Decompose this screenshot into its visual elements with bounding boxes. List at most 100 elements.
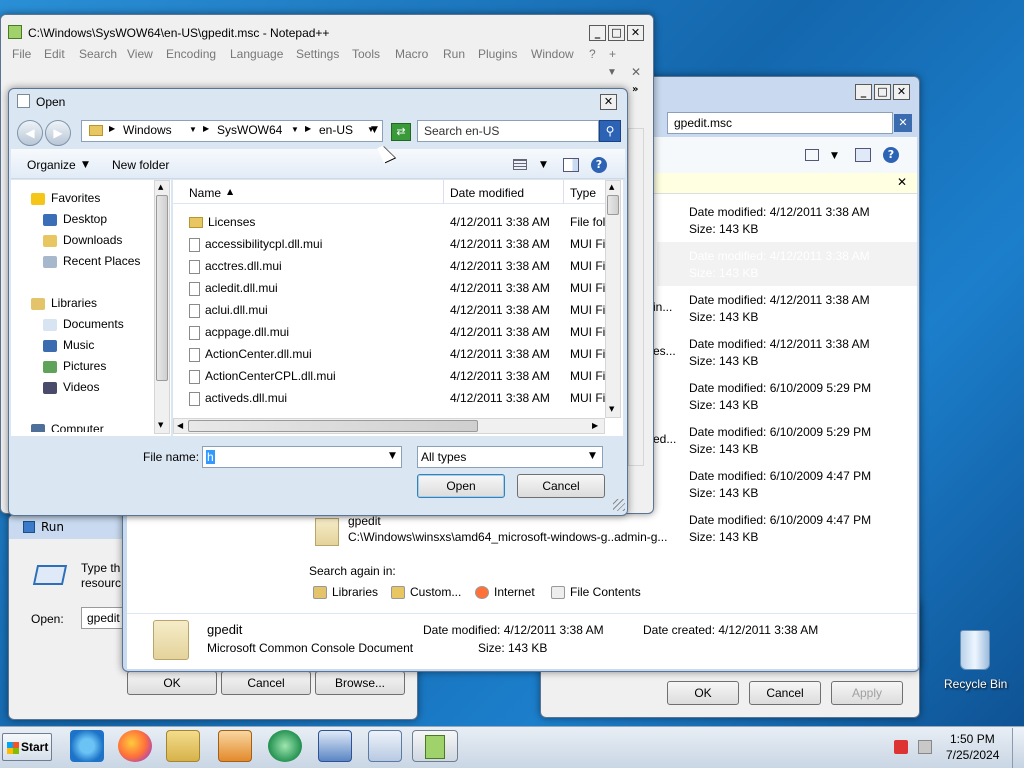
breadcrumb-arrow-icon[interactable]: ▶ bbox=[203, 124, 209, 133]
ie-icon[interactable] bbox=[70, 730, 104, 762]
notepadpp-menu-item[interactable]: Settings bbox=[296, 47, 339, 61]
organize-button[interactable]: Organize bbox=[27, 158, 76, 172]
network-warning-icon[interactable] bbox=[894, 740, 908, 754]
nav-item-pictures[interactable]: Pictures bbox=[43, 356, 106, 377]
nav-libraries[interactable]: Libraries bbox=[31, 293, 97, 314]
search-again-file-contents[interactable]: File Contents bbox=[570, 585, 641, 599]
file-row[interactable]: accessibilitycpl.dll.mui 4/12/2011 3:38 A… bbox=[173, 233, 607, 255]
file-vscrollbar[interactable]: ▲ ▼ bbox=[605, 180, 621, 418]
properties-ok-button[interactable]: OK bbox=[667, 681, 739, 705]
notepadpp-right-arrow-icon[interactable]: » bbox=[632, 84, 638, 95]
result-item[interactable]: Date modified: 6/10/2009 4:47 PM Size: 14… bbox=[689, 468, 939, 502]
properties-cancel-button[interactable]: Cancel bbox=[749, 681, 821, 705]
clock-time[interactable]: 1:50 PM bbox=[950, 732, 995, 746]
breadcrumb-item[interactable]: SysWOW64 bbox=[217, 123, 282, 137]
file-row[interactable]: ActionCenter.dll.mui 4/12/2011 3:38 AM MUI… bbox=[173, 343, 607, 365]
search-icon[interactable]: ⚲ bbox=[599, 120, 621, 142]
nav-item-downloads[interactable]: Downloads bbox=[43, 230, 122, 251]
search-again-custom[interactable]: Custom... bbox=[410, 585, 461, 599]
view-options-icon[interactable] bbox=[805, 149, 819, 161]
nav-scroll-thumb[interactable] bbox=[156, 195, 168, 381]
preview-pane-icon[interactable] bbox=[855, 148, 871, 162]
breadcrumb-arrow-icon[interactable]: ▶ bbox=[109, 124, 115, 133]
run-cancel-button[interactable]: Cancel bbox=[221, 671, 311, 695]
view-chevron-icon[interactable]: ▼ bbox=[540, 160, 547, 170]
nav-scroll-down-icon[interactable]: ▼ bbox=[158, 421, 163, 429]
nav-favorites[interactable]: Favorites bbox=[31, 188, 100, 209]
messenger-icon[interactable] bbox=[268, 730, 302, 762]
notepadpp-menu-item[interactable]: Window bbox=[531, 47, 574, 61]
notepadpp-minimize-button[interactable]: _ bbox=[589, 25, 606, 41]
open-dialog[interactable]: Open ✕ ◀ ▶ ▶ Windows ▼ ▶ SysWOW64 ▼ ▶ en-US ▼ ▼ … bbox=[8, 88, 628, 516]
open-dialog-close-button[interactable]: ✕ bbox=[600, 94, 617, 110]
notepadpp-maximize-button[interactable]: □ bbox=[608, 25, 625, 41]
forward-button[interactable]: ▶ bbox=[45, 120, 71, 146]
back-button[interactable]: ◀ bbox=[17, 120, 43, 146]
nav-item-desktop[interactable]: Desktop bbox=[43, 209, 107, 230]
search-maximize-button[interactable]: □ bbox=[874, 84, 891, 100]
nav-item-videos[interactable]: Videos bbox=[43, 377, 99, 398]
column-header-name[interactable]: Name bbox=[189, 186, 221, 200]
file-row[interactable]: acppage.dll.mui 4/12/2011 3:38 AM MUI Fi bbox=[173, 321, 607, 343]
file-scroll-down-icon[interactable]: ▼ bbox=[609, 405, 614, 413]
help-icon[interactable]: ? bbox=[883, 147, 899, 163]
search-again-internet[interactable]: Internet bbox=[494, 585, 535, 599]
breadcrumb-item[interactable]: en-US bbox=[319, 123, 353, 137]
result-item[interactable]: Date modified: 6/10/2009 5:29 PM Size: 14… bbox=[689, 424, 939, 458]
notepadpp-menu-item[interactable]: ? bbox=[589, 47, 596, 61]
preview-pane-toggle-icon[interactable] bbox=[563, 158, 579, 172]
notepadpp-menu-item[interactable]: Edit bbox=[44, 47, 65, 61]
run-taskbar-icon[interactable] bbox=[368, 730, 402, 762]
file-row[interactable]: activeds.dll.mui 4/12/2011 3:38 AM MUI Fi bbox=[173, 387, 607, 409]
resize-grip-icon[interactable] bbox=[613, 499, 625, 511]
breadcrumb-chevron-icon[interactable]: ▼ bbox=[291, 125, 299, 134]
file-hscroll-thumb[interactable] bbox=[188, 420, 478, 432]
file-scroll-left-icon[interactable]: ◀ bbox=[177, 421, 183, 430]
notepadpp-taskbar-icon[interactable] bbox=[412, 730, 458, 762]
notepadpp-menu-item[interactable]: File bbox=[12, 47, 31, 61]
info-bar-close-icon[interactable]: ✕ bbox=[897, 175, 907, 189]
column-header-date[interactable]: Date modified bbox=[450, 186, 524, 200]
file-scroll-thumb[interactable] bbox=[607, 195, 619, 215]
notepadpp-menu-item[interactable]: Plugins bbox=[478, 47, 517, 61]
notepadpp-close-button[interactable]: ✕ bbox=[627, 25, 644, 41]
run-browse-button[interactable]: Browse... bbox=[315, 671, 405, 695]
nav-item-documents[interactable]: Documents bbox=[43, 314, 124, 335]
breadcrumb-chevron-icon[interactable]: ▼ bbox=[189, 125, 197, 134]
chevron-down-icon[interactable]: ▼ bbox=[831, 151, 838, 161]
address-history-chevron-icon[interactable]: ▼ bbox=[371, 125, 378, 135]
new-folder-button[interactable]: New folder bbox=[112, 158, 169, 172]
result-item[interactable]: Date modified: 4/12/2011 3:38 AM Size: 14… bbox=[689, 292, 939, 326]
nav-computer[interactable]: Computer bbox=[31, 419, 104, 432]
notepadpp-menu-item[interactable]: Language bbox=[230, 47, 283, 61]
result-item[interactable]: Date modified: 4/12/2011 3:38 AM Size: 14… bbox=[689, 336, 939, 370]
notepadpp-menu-item[interactable]: Search bbox=[79, 47, 117, 61]
result-item[interactable]: Date modified: 6/10/2009 4:47 PM Size: 14… bbox=[689, 512, 939, 546]
nav-scrollbar[interactable]: ▲ ▼ bbox=[154, 180, 170, 434]
search-again-libraries[interactable]: Libraries bbox=[332, 585, 378, 599]
file-row[interactable]: Licenses 4/12/2011 3:38 AM File fol bbox=[173, 211, 607, 233]
view-menu-icon[interactable] bbox=[513, 159, 527, 170]
file-name-chevron-icon[interactable]: ▼ bbox=[389, 451, 396, 461]
organize-chevron-icon[interactable]: ▼ bbox=[82, 160, 89, 170]
file-scroll-up-icon[interactable]: ▲ bbox=[609, 183, 614, 191]
file-name-input[interactable] bbox=[202, 446, 402, 468]
clear-search-icon[interactable]: ✕ bbox=[894, 114, 912, 132]
nav-scroll-up-icon[interactable]: ▲ bbox=[158, 183, 163, 191]
result-item[interactable]: Date modified: 6/10/2009 5:29 PM Size: 14… bbox=[689, 380, 939, 414]
run-ok-button[interactable]: OK bbox=[127, 671, 217, 695]
notepadpp-menu-item[interactable]: Macro bbox=[395, 47, 428, 61]
start-button[interactable]: Start bbox=[2, 733, 52, 761]
show-desktop-button[interactable] bbox=[1012, 728, 1024, 768]
file-row[interactable]: aclui.dll.mui 4/12/2011 3:38 AM MUI Fi bbox=[173, 299, 607, 321]
refresh-icon[interactable]: ⇄ bbox=[391, 123, 411, 141]
notepadpp-menu-item[interactable]: View bbox=[127, 47, 153, 61]
media-player-icon[interactable] bbox=[218, 730, 252, 762]
recycle-bin-icon[interactable] bbox=[952, 626, 998, 674]
explorer-icon[interactable] bbox=[166, 730, 200, 762]
open-button[interactable]: Open bbox=[417, 474, 505, 498]
notepadpp-close-doc-icon[interactable]: ✕ bbox=[631, 65, 641, 79]
notepadpp-dropdown-icon[interactable]: ▼ bbox=[607, 67, 617, 78]
file-type-chevron-icon[interactable]: ▼ bbox=[589, 451, 596, 461]
file-scroll-right-icon[interactable]: ▶ bbox=[592, 421, 598, 430]
